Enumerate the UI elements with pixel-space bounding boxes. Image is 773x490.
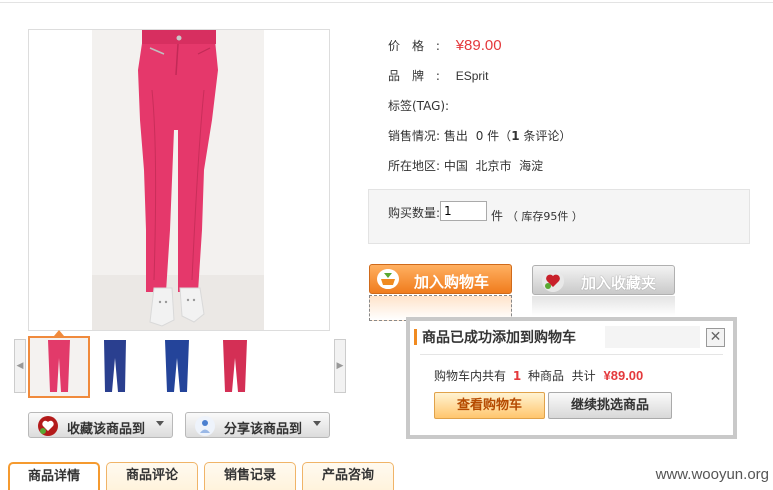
- chevron-down-icon: [156, 421, 164, 426]
- brand-row: 品 牌 : ESprit: [388, 67, 488, 84]
- chevron-left-icon: ◀: [16, 361, 24, 371]
- main-product-image[interactable]: [28, 29, 330, 331]
- popup-msg-prefix: 购物车内共有: [434, 369, 507, 383]
- popup-item-count: 1: [512, 369, 522, 383]
- quantity-input[interactable]: [440, 201, 487, 221]
- product-thumbnail[interactable]: [90, 336, 148, 394]
- share-label: 分享该商品到: [224, 422, 303, 437]
- close-icon[interactable]: ✕: [706, 328, 725, 347]
- stock-text: （ 库存95件 ）: [506, 210, 583, 223]
- popup-title-accent: [414, 329, 417, 345]
- watermark: www.wooyun.org: [655, 466, 769, 483]
- add-to-cart-button[interactable]: 加入购物车: [369, 264, 512, 294]
- add-to-favorites-label: 加入收藏夹: [581, 274, 657, 292]
- price-label: 价 格: [388, 39, 425, 53]
- popup-msg-mid: 种商品 共计: [528, 369, 596, 383]
- cart-download-icon: [377, 269, 399, 289]
- cart-added-popup: 商品已成功添加到购物车 ✕ 购物车内共有 1 种商品 共计 ¥89.00 查看购…: [406, 317, 737, 439]
- thumbnail-prev-button[interactable]: ◀: [14, 339, 26, 393]
- product-thumbnail[interactable]: [28, 336, 90, 398]
- add-to-cart-label: 加入购物车: [414, 273, 490, 291]
- product-thumbnail[interactable]: [151, 336, 209, 394]
- location-label: 所在地区:: [388, 159, 441, 173]
- tag-label: 标签(TAG):: [388, 99, 450, 113]
- add-to-favorites-button[interactable]: 加入收藏夹: [532, 265, 675, 295]
- product-thumbnail[interactable]: [211, 336, 269, 394]
- popup-divider: [420, 354, 723, 355]
- continue-shopping-button[interactable]: 继续挑选商品: [548, 392, 672, 419]
- tag-row: 标签(TAG):: [388, 97, 449, 114]
- review-suffix: 条评论）: [523, 129, 572, 143]
- review-prefix: （: [499, 129, 512, 143]
- sales-label: 销售情况:: [388, 129, 441, 143]
- sales-prefix: 售出: [443, 129, 468, 143]
- popup-title-background: [605, 326, 700, 348]
- popup-total: ¥89.00: [603, 368, 644, 383]
- quantity-unit: 件: [491, 209, 504, 223]
- location-value: 中国 北京市 海淀: [443, 159, 544, 173]
- location-row: 所在地区: 中国 北京市 海淀: [388, 157, 543, 174]
- sales-row: 销售情况: 售出 0 件（1 条评论）: [388, 127, 571, 144]
- quantity-stock-row: 件 （ 库存95件 ）: [491, 207, 583, 224]
- collect-product-button[interactable]: 收藏该商品到: [28, 412, 173, 438]
- review-count[interactable]: 1: [511, 129, 519, 143]
- brand-colon: :: [435, 69, 440, 83]
- brand-value: ESprit: [455, 69, 489, 83]
- share-icon: [195, 416, 215, 436]
- brand-label: 品 牌: [388, 69, 425, 83]
- quantity-label: 购买数量:: [388, 206, 441, 220]
- price-colon: :: [435, 39, 440, 53]
- chevron-down-icon: [313, 421, 321, 426]
- collect-label: 收藏该商品到: [67, 422, 146, 437]
- heart-icon: [542, 270, 564, 292]
- top-divider: [0, 2, 773, 3]
- price-row: 价 格 : ¥89.00: [388, 37, 502, 54]
- favorites-button-reflection: [532, 296, 675, 316]
- chevron-right-icon: ▶: [336, 361, 344, 371]
- popup-message: 购物车内共有 1 种商品 共计 ¥89.00: [434, 367, 643, 384]
- popup-title: 商品已成功添加到购物车: [422, 330, 576, 346]
- sales-count: 0 件: [475, 129, 500, 143]
- share-product-button[interactable]: 分享该商品到: [185, 412, 330, 438]
- thumbnail-next-button[interactable]: ▶: [334, 339, 346, 393]
- product-photo: [92, 30, 264, 330]
- heart-icon: [38, 416, 58, 436]
- view-cart-button[interactable]: 查看购物车: [434, 392, 545, 419]
- price-value: ¥89.00: [455, 37, 502, 54]
